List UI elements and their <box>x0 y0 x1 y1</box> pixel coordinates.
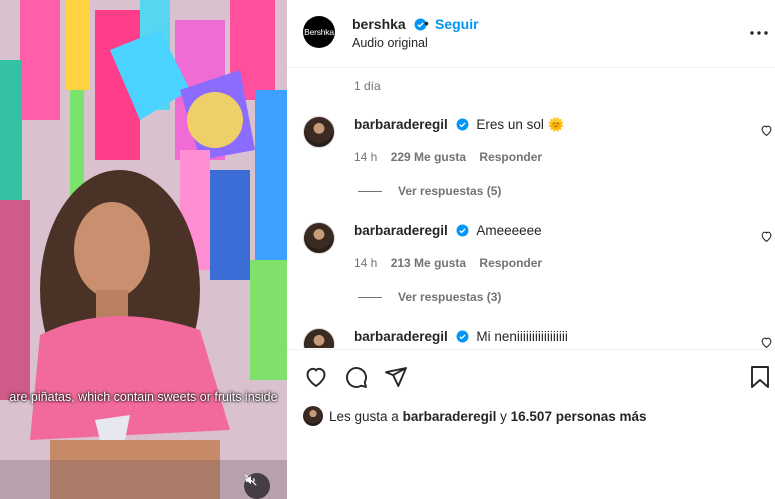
comment-username[interactable]: barbaraderegil <box>354 117 448 132</box>
comment-button[interactable] <box>344 365 368 394</box>
mute-button[interactable] <box>244 473 270 499</box>
replies-divider <box>358 297 382 299</box>
comment-header: barbaraderegil Ameeeeee <box>354 223 542 238</box>
video-subtitle: are piñatas, which contain sweets or fru… <box>9 390 278 404</box>
comments-list[interactable]: 1 día barbaraderegil Eres un sol 🌞 14 h … <box>287 68 775 348</box>
liker-avatar[interactable] <box>303 406 323 426</box>
comment-avatar[interactable] <box>303 328 335 348</box>
comment-text: Mi neniiiiiiiiiiiiiiiii <box>476 329 568 344</box>
separator-dot: • <box>424 15 429 31</box>
share-button[interactable] <box>384 365 408 394</box>
comment-time: 14 h <box>354 256 378 270</box>
bookmark-icon <box>751 366 769 388</box>
heart-icon <box>761 125 772 137</box>
comment-likes[interactable]: 213 Me gusta <box>391 256 466 270</box>
comment-meta: 14 h 229 Me gusta Responder <box>354 150 552 164</box>
post-actions-bar <box>287 349 775 402</box>
comment-username[interactable]: barbaraderegil <box>354 223 448 238</box>
view-replies-button[interactable]: Ver respuestas (5) <box>358 184 501 198</box>
comment-icon <box>346 367 367 388</box>
verified-badge-icon <box>456 118 469 131</box>
like-button[interactable] <box>303 365 329 394</box>
likes-summary: Les gusta a barbaraderegil y 16.507 pers… <box>303 406 647 426</box>
comment-like-button[interactable] <box>760 230 773 248</box>
share-icon <box>385 367 407 387</box>
likes-others-count[interactable]: 16.507 personas más <box>511 409 647 424</box>
post-time-ago: 1 día <box>354 79 381 93</box>
comment-meta: 14 h 213 Me gusta Responder <box>354 256 552 270</box>
comment-text: Ameeeeee <box>476 223 542 238</box>
verified-badge-icon <box>456 330 469 343</box>
post-header: Bershka bershka • Seguir Audio original <box>287 0 775 68</box>
likes-prefix: Les gusta a <box>329 409 399 424</box>
replies-divider <box>358 191 382 193</box>
post-panel: Bershka bershka • Seguir Audio original … <box>287 0 775 499</box>
more-options-button[interactable] <box>750 22 768 49</box>
comment-text: Eres un sol 🌞 <box>476 117 565 132</box>
comment-likes[interactable]: 229 Me gusta <box>391 150 466 164</box>
username-label: bershka <box>352 16 406 32</box>
comment-avatar[interactable] <box>303 116 335 148</box>
comment-like-button[interactable] <box>760 336 773 348</box>
more-options-icon <box>750 31 768 35</box>
reply-button[interactable]: Responder <box>479 256 542 270</box>
comment-avatar[interactable] <box>303 222 335 254</box>
video-frame-illustration <box>0 0 287 499</box>
post-author-username[interactable]: bershka <box>352 16 427 32</box>
audio-link[interactable]: Audio original <box>352 36 428 50</box>
reply-button[interactable]: Responder <box>479 150 542 164</box>
heart-icon <box>306 367 326 388</box>
post-video[interactable]: are piñatas, which contain sweets or fru… <box>0 0 287 499</box>
follow-button[interactable]: Seguir <box>435 16 479 32</box>
comment-header: barbaraderegil Eres un sol 🌞 <box>354 117 564 133</box>
brand-avatar[interactable]: Bershka <box>303 16 335 48</box>
heart-icon <box>761 231 772 243</box>
verified-badge-icon <box>456 224 469 237</box>
comment-time: 14 h <box>354 150 378 164</box>
muted-speaker-icon <box>244 474 257 486</box>
view-replies-label: Ver respuestas (5) <box>398 184 502 198</box>
likes-conjunction: y <box>500 409 507 424</box>
comment-header: barbaraderegil Mi neniiiiiiiiiiiiiiiii <box>354 329 568 344</box>
comment-username[interactable]: barbaraderegil <box>354 329 448 344</box>
comment-like-button[interactable] <box>760 124 773 142</box>
liker-username[interactable]: barbaraderegil <box>403 409 497 424</box>
view-replies-button[interactable]: Ver respuestas (3) <box>358 290 501 304</box>
brand-avatar-text: Bershka <box>304 27 334 37</box>
heart-icon <box>761 337 772 348</box>
view-replies-label: Ver respuestas (3) <box>398 290 502 304</box>
save-button[interactable] <box>749 365 771 394</box>
